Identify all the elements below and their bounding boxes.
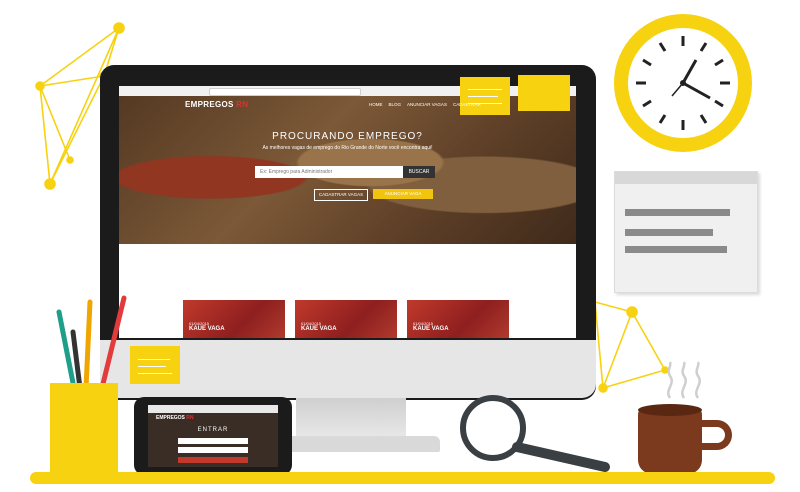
document-header [615, 172, 757, 184]
phone-logo-text: EMPREGOS [156, 415, 185, 421]
document-line [625, 229, 713, 236]
logo-suffix: RN [236, 100, 249, 109]
desk-surface [30, 472, 775, 484]
job-card-title: KAUE VAGA [301, 326, 337, 332]
job-card-title: KAUE VAGA [189, 326, 225, 332]
hero-title: PROCURANDO EMPREGO? [272, 131, 423, 142]
phone-logo: EMPREGOS RN [156, 415, 194, 421]
site-nav: EMPREGOS RN HOME BLOG ANUNCIAR VAGAS CAD… [119, 96, 576, 114]
address-bar[interactable] [209, 88, 361, 96]
job-card[interactable]: 01/04/2015 KAUE VAGA [407, 300, 509, 338]
document-line [625, 246, 727, 253]
nav-blog[interactable]: BLOG [389, 102, 402, 107]
pencils-icon [56, 295, 127, 390]
site-logo[interactable]: EMPREGOS RN [185, 100, 248, 109]
magnifier-icon [460, 395, 610, 472]
coffee-surface [638, 404, 702, 416]
logo-text: EMPREGOS [185, 100, 234, 109]
pencil-cup [50, 383, 118, 473]
phone-screen: EMPREGOS RN ENTRAR [148, 405, 278, 467]
job-card[interactable]: 01/04/2015 KAUE VAGA [183, 300, 285, 338]
document-line [625, 209, 730, 216]
phone-email-field[interactable] [178, 438, 248, 444]
monitor-screen: EMPREGOS RN HOME BLOG ANUNCIAR VAGAS CAD… [119, 86, 576, 338]
job-card-title: KAUE VAGA [413, 326, 449, 332]
clock-icon [636, 36, 730, 130]
steam-icon [667, 361, 701, 399]
hero-subtitle: As melhores vagas de emprego do Rio Gran… [262, 145, 433, 151]
search-input[interactable]: Ex: Emprego para Administrador [255, 166, 403, 178]
nav-cadastrar[interactable]: CADASTRAR [453, 102, 481, 107]
phone-logo-suffix: RN [186, 415, 194, 421]
phone-heading: ENTRAR [197, 427, 229, 433]
document-card [614, 171, 758, 293]
cadastrar-vagas-button[interactable]: CADASTRAR VAGAS [314, 189, 368, 201]
wall-clock [614, 14, 752, 152]
clock-face [628, 28, 738, 138]
job-card[interactable]: 01/04/2015 KAUE VAGA [295, 300, 397, 338]
nav-links: HOME BLOG ANUNCIAR VAGAS CADASTRAR [369, 102, 481, 107]
monitor-stand [296, 398, 406, 438]
search-button[interactable]: BUSCAR [403, 166, 435, 178]
cup-handle [700, 420, 732, 450]
phone-password-field[interactable] [178, 447, 248, 453]
coffee-cup [638, 410, 702, 474]
anunciar-vaga-button[interactable]: ANUNCIAR VAGA [373, 189, 433, 199]
nav-anunciar[interactable]: ANUNCIAR VAGAS [407, 102, 447, 107]
nav-home[interactable]: HOME [369, 102, 383, 107]
phone-login-button[interactable] [178, 457, 248, 463]
smartphone: EMPREGOS RN ENTRAR [134, 397, 292, 475]
